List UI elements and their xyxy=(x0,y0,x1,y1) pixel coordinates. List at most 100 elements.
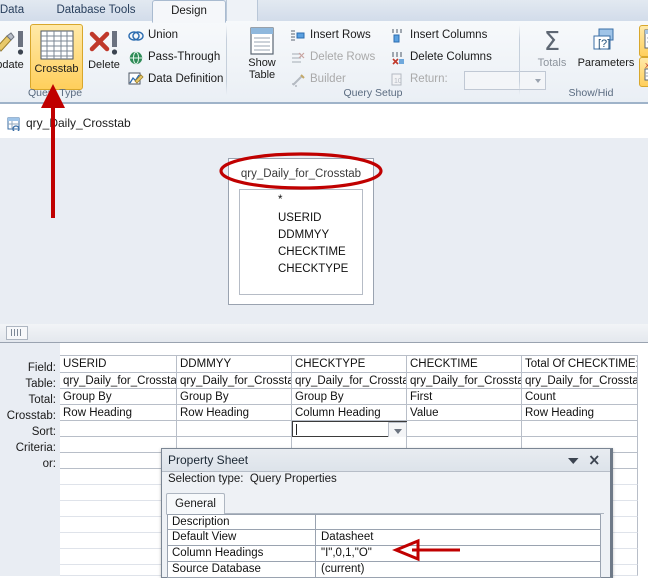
insert-columns-label: Insert Columns xyxy=(410,29,488,41)
grid-cell-field-5[interactable]: Total Of CHECKTIME: xyxy=(522,356,638,373)
field-list-item-userid[interactable]: USERID xyxy=(278,210,321,227)
field-list-title: qry_Daily_for_Crosstab xyxy=(229,159,373,189)
property-value-description[interactable] xyxy=(317,515,600,530)
grid-cell-or-1[interactable] xyxy=(60,453,177,469)
chevron-down-icon xyxy=(393,428,402,434)
show-table-button[interactable]: Show Table xyxy=(238,25,286,81)
query-type-delete-button[interactable]: Delete xyxy=(82,25,126,71)
field-list-item-checktype[interactable]: CHECKTYPE xyxy=(278,261,348,278)
globe-icon xyxy=(128,50,144,66)
property-value-default-view[interactable]: Datasheet xyxy=(317,530,600,545)
insert-rows-item[interactable]: Insert Rows xyxy=(290,25,371,46)
grid-empty-row-2-col-1[interactable] xyxy=(60,485,177,501)
splitter-grip[interactable] xyxy=(6,326,28,340)
field-list-box-qry-daily-for-crosstab[interactable]: qry_Daily_for_Crosstab * USERID DDMMYY C… xyxy=(228,158,374,305)
query-type-crosstab-button[interactable]: Crosstab xyxy=(30,24,83,90)
grid-empty-row-4-col-1[interactable] xyxy=(60,517,177,533)
grid-cell-total-5[interactable]: Count xyxy=(522,389,638,405)
query-type-union-item[interactable]: Union xyxy=(128,25,178,46)
query-type-update-button[interactable]: pdate xyxy=(0,25,32,71)
property-row-description[interactable]: Description xyxy=(167,514,601,530)
grid-empty-row-3-col-1[interactable] xyxy=(60,501,177,517)
ribbon-tab-design[interactable]: Design xyxy=(152,0,226,23)
grid-cell-table-4[interactable]: qry_Daily_for_Crossta xyxy=(407,373,522,389)
property-sheet-toggle-button[interactable] xyxy=(639,25,648,57)
grid-cell-crosstab-3[interactable]: Column Heading xyxy=(292,405,407,421)
query-type-pass-through-item[interactable]: Pass-Through xyxy=(128,47,220,68)
tab-general[interactable]: General xyxy=(166,493,225,515)
parameters-button[interactable]: [?] Parameters xyxy=(575,27,637,69)
grid-cell-field-3[interactable]: CHECKTYPE xyxy=(292,356,407,373)
grid-cell-total-3[interactable]: Group By xyxy=(292,389,407,405)
insert-rows-label: Insert Rows xyxy=(310,29,371,41)
totals-button[interactable]: Σ Totals xyxy=(529,27,575,69)
grid-cell-crosstab-4[interactable]: Value xyxy=(407,405,522,421)
query-type-delete-label: Delete xyxy=(88,59,120,71)
delete-columns-item[interactable]: Delete Columns xyxy=(390,47,492,68)
grid-cell-crosstab-2[interactable]: Row Heading xyxy=(177,405,292,421)
property-value-column-headings[interactable]: "I",0,1,"O" xyxy=(317,546,600,561)
grid-empty-row-6-col-1[interactable] xyxy=(60,549,177,565)
grid-cell-field-4[interactable]: CHECKTIME xyxy=(407,356,522,373)
property-row-column-headings[interactable]: Column Headings "I",0,1,"O" xyxy=(167,546,601,562)
grid-cell-sort-1[interactable] xyxy=(60,421,177,437)
document-tab-label: qry_Daily_Crosstab xyxy=(26,116,131,130)
ribbon-group-show-hide-label: Show/Hid xyxy=(568,87,614,99)
grid-cell-field-2[interactable]: DDMMYY xyxy=(177,356,292,373)
ribbon-tab-database-tools[interactable]: Database Tools xyxy=(44,0,148,21)
query-design-canvas[interactable]: qry_Daily_for_Crosstab * USERID DDMMYY C… xyxy=(0,138,648,325)
grid-cell-criteria-1[interactable] xyxy=(60,437,177,453)
grid-empty-row-7-col-1[interactable] xyxy=(60,565,177,576)
property-value-source-database[interactable]: (current) xyxy=(317,562,600,577)
grid-cell-total-4[interactable]: First xyxy=(407,389,522,405)
grid-cell-sort-5[interactable] xyxy=(522,421,638,437)
indexes-button[interactable]: XYZ xyxy=(639,57,648,87)
chevron-down-icon xyxy=(568,458,579,464)
grid-cell-crosstab-5[interactable]: Row Heading xyxy=(522,405,638,421)
property-row-default-view[interactable]: Default View Datasheet xyxy=(167,530,601,546)
ribbon-tab-data[interactable]: Data xyxy=(0,0,42,21)
grid-row-label-table: Table: xyxy=(25,378,56,390)
crosstab-query-icon xyxy=(40,30,73,60)
document-tab-qry-daily-crosstab[interactable]: qry_Daily_Crosstab xyxy=(4,112,141,134)
selection-type-value: Query Properties xyxy=(249,473,337,485)
insert-columns-item[interactable]: Insert Columns xyxy=(390,25,487,46)
property-sheet-close-button[interactable] xyxy=(586,452,603,468)
insert-rows-icon xyxy=(290,28,306,44)
text-caret xyxy=(296,424,297,435)
show-table-label-1: Show xyxy=(248,57,276,69)
ribbon-group-query-type-label: Query Type xyxy=(27,87,83,99)
data-definition-icon xyxy=(128,72,144,88)
grid-cell-table-1[interactable]: qry_Daily_for_Crossta xyxy=(60,373,177,389)
grid-empty-row-1-col-1[interactable] xyxy=(60,469,177,485)
field-list-item-asterisk[interactable]: * xyxy=(278,192,282,209)
grid-cell-total-2[interactable]: Group By xyxy=(177,389,292,405)
grid-cell-field-1[interactable]: USERID xyxy=(60,356,177,373)
ribbon-group-query-type: pdate Crosstab xyxy=(0,21,225,100)
delete-columns-icon xyxy=(390,50,406,66)
field-list-item-ddmmyy[interactable]: DDMMYY xyxy=(278,227,329,244)
grid-row-label-field: Field: xyxy=(27,362,56,374)
grid-cell-sort-4[interactable] xyxy=(407,421,522,437)
grid-cell-table-2[interactable]: qry_Daily_for_Crossta xyxy=(177,373,292,389)
query-type-data-definition-label: Data Definition xyxy=(148,73,224,85)
field-list[interactable]: * USERID DDMMYY CHECKTIME CHECKTYPE xyxy=(239,189,363,295)
ribbon-group-separator-1 xyxy=(226,25,227,95)
update-query-icon xyxy=(0,31,24,55)
property-sheet-table: Description Default View Datasheet Colum… xyxy=(167,514,601,578)
show-table-label-2: Table xyxy=(248,69,276,81)
close-icon xyxy=(589,455,599,465)
property-sheet-dropdown-button[interactable] xyxy=(565,452,582,468)
query-type-pass-through-label: Pass-Through xyxy=(148,51,221,63)
grid-cell-crosstab-1[interactable]: Row Heading xyxy=(60,405,177,421)
grid-cell-table-5[interactable]: qry_Daily_for_Crossta xyxy=(522,373,638,389)
grid-cell-table-3[interactable]: qry_Daily_for_Crossta xyxy=(292,373,407,389)
grid-empty-row-5-col-1[interactable] xyxy=(60,533,177,549)
grid-row-label-criteria: Criteria: xyxy=(15,442,56,454)
property-sheet-panel[interactable]: Property Sheet Selection type: Query Pro… xyxy=(161,448,613,578)
field-list-item-checktime[interactable]: CHECKTIME xyxy=(278,244,346,261)
pane-splitter[interactable] xyxy=(0,324,648,343)
grid-cell-total-1[interactable]: Group By xyxy=(60,389,177,405)
query-type-union-label: Union xyxy=(148,29,179,41)
grid-cell-sort-2[interactable] xyxy=(177,421,292,437)
